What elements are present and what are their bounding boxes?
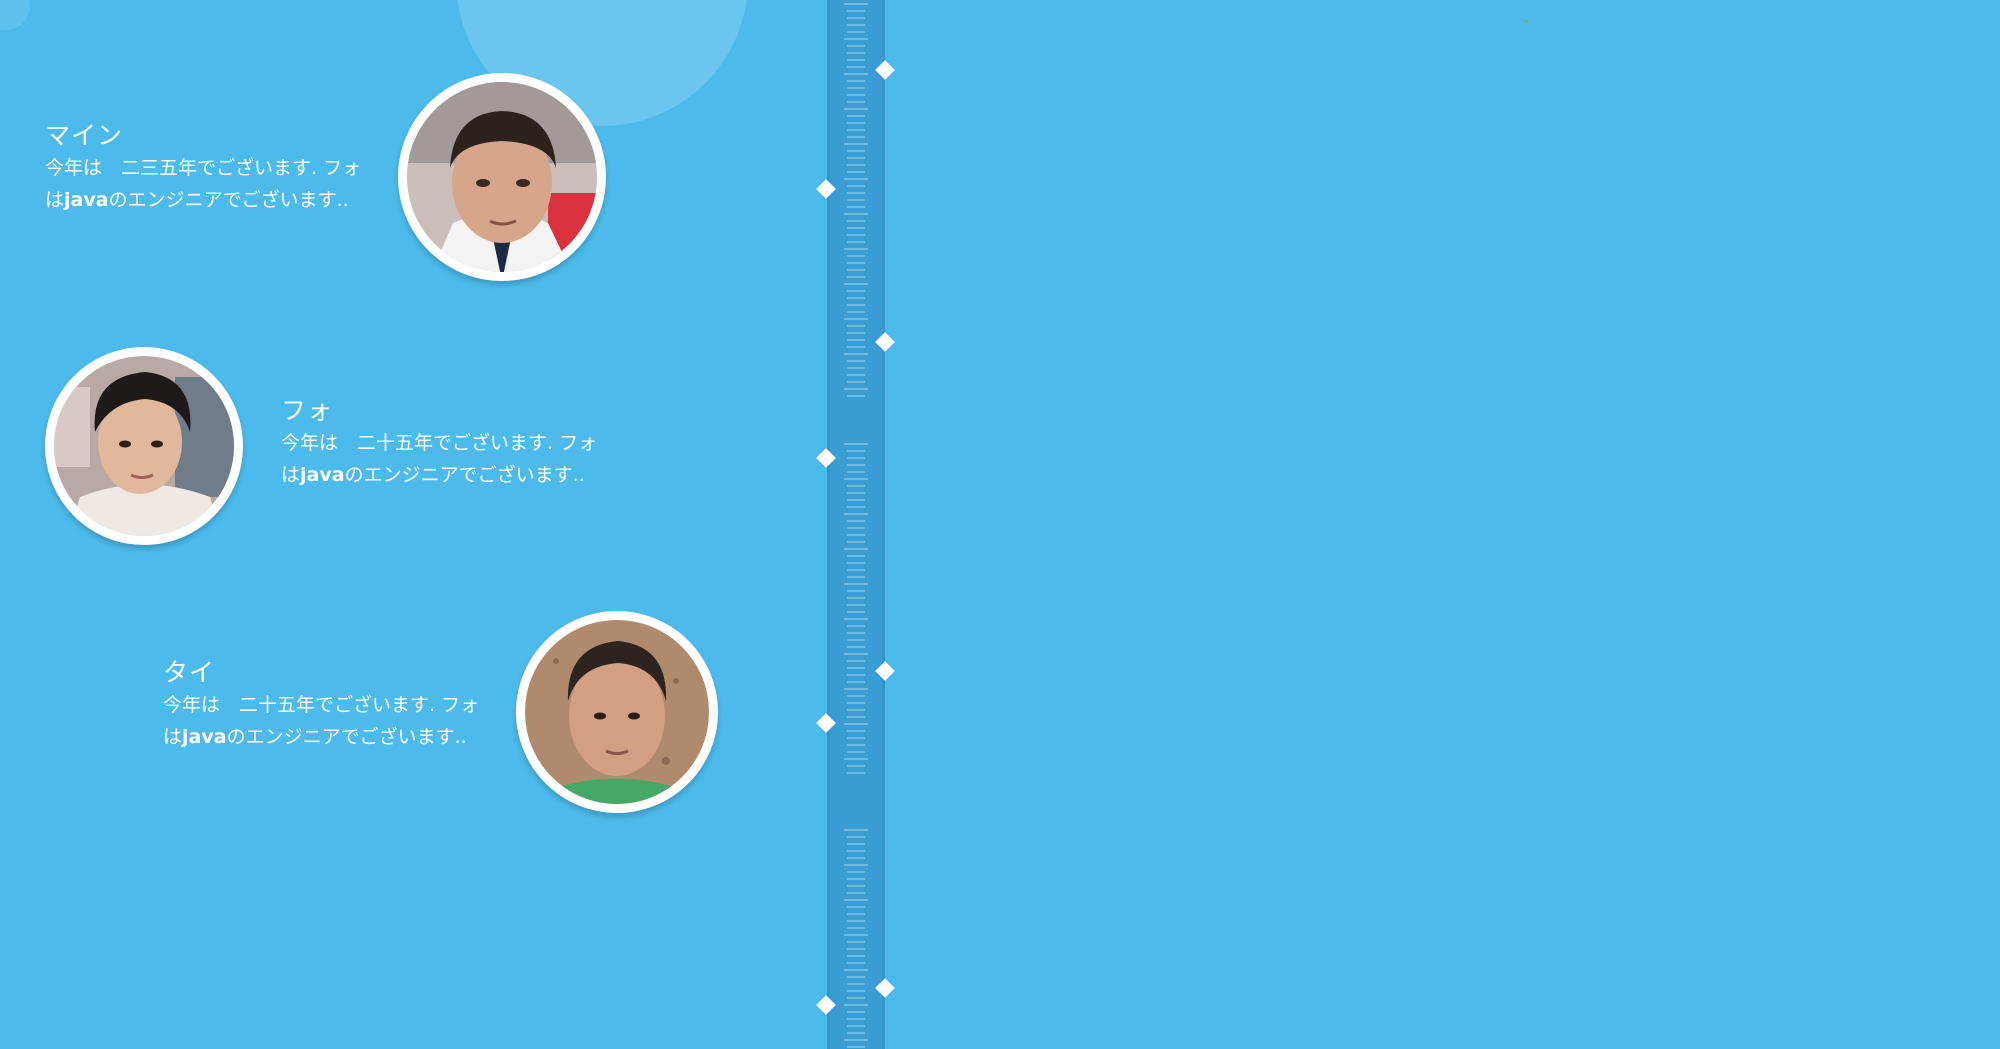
description-line: 今年は 二十五年でございます. フォ [281, 432, 598, 454]
decorative-bubble [0, 0, 30, 30]
member-name: フォ [281, 396, 334, 425]
description-text: のエンジニアでございます.. [226, 726, 467, 748]
decorative-dot [1523, 20, 1529, 23]
description-keyword: java [64, 189, 109, 211]
description-line: 今年は 二三五年でございます. フォ [45, 157, 362, 179]
person-photo-icon [407, 82, 597, 272]
member-avatar[interactable] [45, 347, 243, 545]
description-text: は [163, 726, 183, 748]
timeline-ruler [827, 0, 885, 1049]
person-photo-icon [54, 356, 234, 536]
member-description: 今年は 二十五年でございます. フォ はjavaのエンジニアでございます.. [281, 427, 597, 491]
member-avatar[interactable] [398, 73, 606, 281]
description-text: は [281, 464, 301, 486]
member-description: 今年は 二十五年でございます. フォ はjavaのエンジニアでございます.. [163, 689, 479, 753]
member-name: マイン [45, 121, 124, 150]
description-text: のエンジニアでございます.. [108, 189, 349, 211]
member-description: 今年は 二三五年でございます. フォ はjavaのエンジニアでございます.. [45, 152, 361, 216]
description-line: 今年は 二十五年でございます. フォ [163, 694, 480, 716]
description-text: のエンジニアでございます.. [344, 464, 585, 486]
description-text: は [45, 189, 65, 211]
member-avatar[interactable] [516, 611, 718, 813]
ruler-ticks [844, 3, 868, 1048]
person-photo-icon [525, 620, 709, 804]
member-name: タイ [163, 658, 216, 687]
description-keyword: java [300, 464, 345, 486]
description-keyword: java [182, 726, 227, 748]
